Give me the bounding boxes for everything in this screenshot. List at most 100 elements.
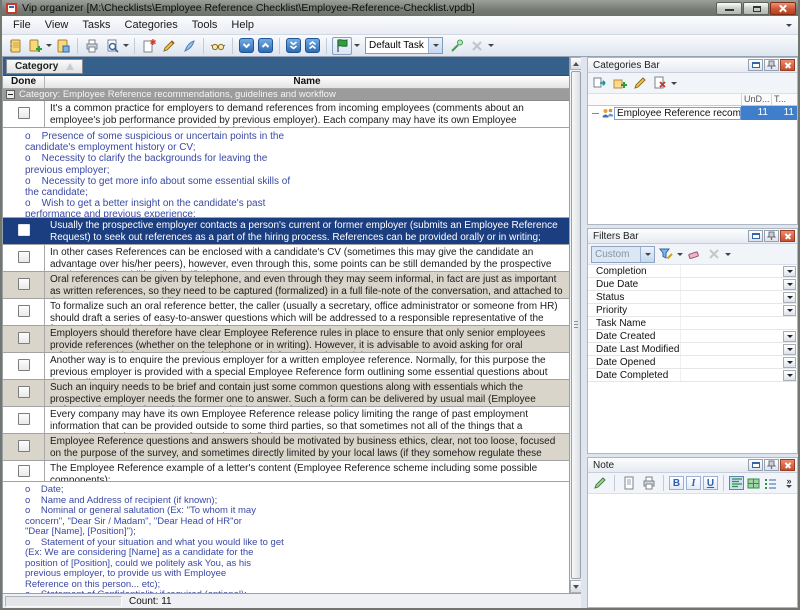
menu-view[interactable]: View bbox=[38, 17, 76, 33]
filter-preset-dropdown[interactable] bbox=[640, 247, 654, 262]
toolbar-overflow-icon[interactable] bbox=[488, 44, 494, 47]
task-checkbox[interactable] bbox=[18, 465, 30, 477]
filters-pin-button[interactable] bbox=[764, 230, 779, 242]
filter-dropdown-date-opened[interactable] bbox=[783, 357, 796, 368]
filter-value-completion[interactable] bbox=[680, 265, 783, 277]
filter-value-status[interactable] bbox=[680, 291, 783, 303]
apply-filter-button[interactable] bbox=[657, 245, 675, 263]
print-dropdown-icon[interactable] bbox=[123, 44, 129, 47]
filter-dropdown-due-date[interactable] bbox=[783, 279, 796, 290]
new-journal-button[interactable] bbox=[26, 37, 44, 55]
categories-toolbar-dropdown-icon[interactable] bbox=[671, 82, 677, 85]
scrollbar-thumb[interactable] bbox=[571, 71, 581, 579]
filter-value-task-name[interactable] bbox=[680, 317, 797, 329]
table-row[interactable]: Every company may have its own Employee … bbox=[3, 407, 569, 434]
categories-close-button[interactable] bbox=[780, 59, 795, 71]
task-checkbox[interactable] bbox=[18, 386, 30, 398]
menu-file[interactable]: File bbox=[6, 17, 38, 33]
new-journal-dropdown-icon[interactable] bbox=[46, 44, 52, 47]
collapse-group-icon[interactable] bbox=[6, 90, 15, 99]
table-row[interactable]: Oral references can be given by telephon… bbox=[3, 272, 569, 299]
close-button[interactable] bbox=[770, 2, 796, 15]
task-checkbox[interactable] bbox=[18, 413, 30, 425]
column-header-category[interactable] bbox=[588, 94, 741, 105]
edit-task-button[interactable] bbox=[160, 37, 178, 55]
filters-toolbar-dropdown-icon[interactable] bbox=[725, 253, 731, 256]
underline-button[interactable]: U bbox=[703, 476, 718, 490]
menu-categories[interactable]: Categories bbox=[118, 17, 185, 33]
apply-filter-dropdown-icon[interactable] bbox=[677, 253, 683, 256]
remove-filter-button[interactable] bbox=[705, 245, 723, 263]
menu-tasks[interactable]: Tasks bbox=[75, 17, 117, 33]
group-by-category-button[interactable]: Category bbox=[6, 59, 83, 74]
move-task-down-button[interactable] bbox=[239, 38, 254, 53]
clone-task-button[interactable] bbox=[180, 37, 198, 55]
bullet-list-button[interactable] bbox=[763, 476, 778, 490]
bold-button[interactable]: B bbox=[669, 476, 684, 490]
minimize-button[interactable] bbox=[716, 2, 742, 15]
filter-value-date-completed[interactable] bbox=[680, 369, 783, 381]
task-checkbox[interactable] bbox=[18, 332, 30, 344]
column-header-undone[interactable]: UnD... bbox=[741, 94, 771, 105]
flag-filter-button[interactable] bbox=[332, 37, 352, 55]
print-note-button[interactable] bbox=[640, 474, 658, 492]
categories-pin-button[interactable] bbox=[764, 59, 779, 71]
note-text-area[interactable] bbox=[588, 494, 797, 607]
default-task-combobox[interactable]: Default Task bbox=[365, 37, 443, 54]
new-note-button[interactable] bbox=[620, 474, 638, 492]
tree-expand-icon[interactable] bbox=[592, 113, 599, 114]
table-row[interactable]: To formalize such an oral reference bett… bbox=[3, 299, 569, 326]
align-left-button[interactable] bbox=[729, 476, 744, 490]
table-row[interactable]: Employers should therefore have clear Em… bbox=[3, 326, 569, 353]
column-header-done[interactable]: Done bbox=[3, 76, 45, 88]
filters-close-button[interactable] bbox=[780, 230, 795, 242]
filter-preset-combobox[interactable]: Custom bbox=[591, 246, 655, 263]
delete-category-button[interactable] bbox=[651, 74, 669, 92]
filter-dropdown-completion[interactable] bbox=[783, 266, 796, 277]
table-row-selected[interactable]: Usually the prospective employer contact… bbox=[3, 218, 569, 245]
menu-tools[interactable]: Tools bbox=[185, 17, 225, 33]
filter-value-due-date[interactable] bbox=[680, 278, 783, 290]
task-checkbox[interactable] bbox=[18, 224, 30, 236]
edit-category-button[interactable] bbox=[631, 74, 649, 92]
task-checkbox[interactable] bbox=[18, 305, 30, 317]
note-toolbar-overflow[interactable]: » bbox=[786, 478, 792, 488]
new-subcategory-button[interactable] bbox=[611, 74, 629, 92]
print-button[interactable] bbox=[83, 37, 101, 55]
filter-dropdown-status[interactable] bbox=[783, 292, 796, 303]
task-checkbox[interactable] bbox=[18, 107, 30, 119]
filter-value-date-opened[interactable] bbox=[680, 356, 783, 368]
expand-all-button[interactable] bbox=[286, 38, 301, 53]
vertical-scrollbar[interactable] bbox=[569, 57, 582, 593]
clear-filter-button[interactable] bbox=[685, 245, 703, 263]
print-preview-button[interactable] bbox=[103, 37, 121, 55]
filters-maximize-button[interactable] bbox=[748, 230, 763, 242]
note-pin-button[interactable] bbox=[764, 459, 779, 471]
add-category-button[interactable] bbox=[591, 74, 609, 92]
menu-overflow-icon[interactable] bbox=[786, 24, 792, 27]
flag-dropdown-icon[interactable] bbox=[354, 44, 360, 47]
task-checkbox[interactable] bbox=[18, 359, 30, 371]
italic-button[interactable]: I bbox=[686, 476, 701, 490]
filter-value-date-created[interactable] bbox=[680, 330, 783, 342]
filter-dropdown-date-completed[interactable] bbox=[783, 370, 796, 381]
filter-dropdown-priority[interactable] bbox=[783, 305, 796, 316]
note-maximize-button[interactable] bbox=[748, 459, 763, 471]
table-row[interactable]: Employee Reference questions and answers… bbox=[3, 434, 569, 461]
insert-table-button[interactable] bbox=[746, 476, 761, 490]
table-row[interactable]: In other cases References can be enclose… bbox=[3, 245, 569, 272]
view-tasks-button[interactable] bbox=[209, 37, 227, 55]
collapse-all-button[interactable] bbox=[305, 38, 320, 53]
maximize-button[interactable] bbox=[743, 2, 769, 15]
table-row[interactable]: Another way is to enquire the previous e… bbox=[3, 353, 569, 380]
menu-help[interactable]: Help bbox=[224, 17, 261, 33]
filter-dropdown-date-created[interactable] bbox=[783, 331, 796, 342]
categories-maximize-button[interactable] bbox=[748, 59, 763, 71]
category-list-item[interactable]: Employee Reference recommendations, guid… bbox=[588, 106, 797, 120]
table-row[interactable]: It's a common practice for employers to … bbox=[3, 101, 569, 128]
new-task-button[interactable] bbox=[140, 37, 158, 55]
filter-value-priority[interactable] bbox=[680, 304, 783, 316]
table-row[interactable]: The Employee Reference example of a lett… bbox=[3, 461, 569, 482]
clear-task-button[interactable] bbox=[468, 37, 486, 55]
edit-note-button[interactable] bbox=[591, 474, 609, 492]
